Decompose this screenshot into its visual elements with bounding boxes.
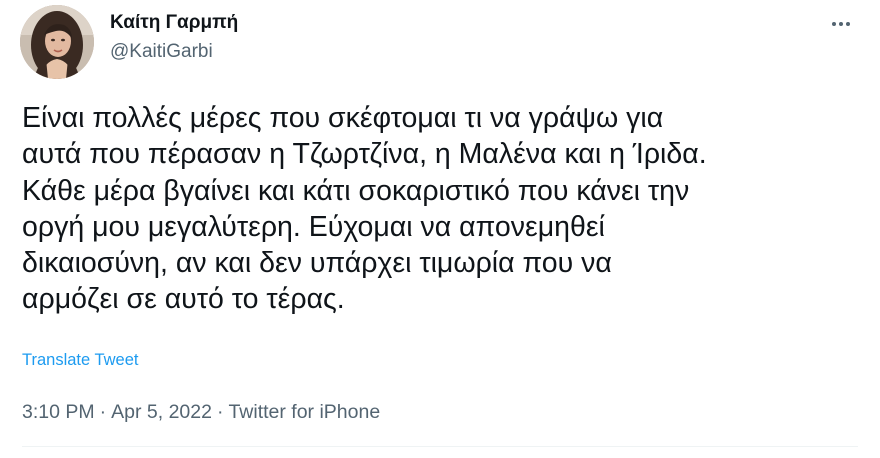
meta-separator: ·	[99, 401, 107, 423]
more-horizontal-icon	[846, 22, 850, 26]
tweet-text: Είναι πολλές μέρες που σκέφτομαι τι να γ…	[22, 100, 862, 318]
more-options-button[interactable]	[826, 12, 856, 36]
tweet-text-line: Κάθε μέρα βγαίνει και κάτι σοκαριστικό π…	[22, 174, 690, 207]
tweet-metadata: 3:10 PM · Apr 5, 2022 · Twitter for iPhone	[22, 401, 380, 424]
tweet-date[interactable]: Apr 5, 2022	[111, 401, 212, 423]
divider	[22, 446, 858, 447]
tweet-time[interactable]: 3:10 PM	[22, 401, 95, 423]
more-horizontal-icon	[839, 22, 843, 26]
meta-separator: ·	[216, 401, 224, 423]
tweet-text-line: δικαιοσύνη, αν και δεν υπάρχει τιμωρία π…	[22, 247, 612, 280]
tweet-source-link[interactable]: Twitter for iPhone	[228, 401, 380, 423]
avatar-image	[20, 5, 94, 79]
avatar[interactable]	[20, 5, 94, 79]
more-horizontal-icon	[832, 22, 836, 26]
tweet-card: Καίτη Γαρμπή @KaitiGarbi Είναι πολλές μέ…	[0, 0, 880, 458]
translate-tweet-link[interactable]: Translate Tweet	[22, 351, 138, 370]
tweet-text-line: Είναι πολλές μέρες που σκέφτομαι τι να γ…	[22, 102, 664, 134]
author-handle[interactable]: @KaitiGarbi	[110, 41, 213, 63]
tweet-text-line: αρμόζει σε αυτό το τέρας.	[22, 283, 345, 316]
tweet-text-line: αυτά που πέρασαν η Τζωρτζίνα, η Μαλένα κ…	[22, 138, 707, 171]
tweet-text-line: οργή μου μεγαλύτερη. Εύχομαι να απονεμηθ…	[22, 210, 605, 243]
author-display-name[interactable]: Καίτη Γαρμπή	[110, 12, 238, 34]
